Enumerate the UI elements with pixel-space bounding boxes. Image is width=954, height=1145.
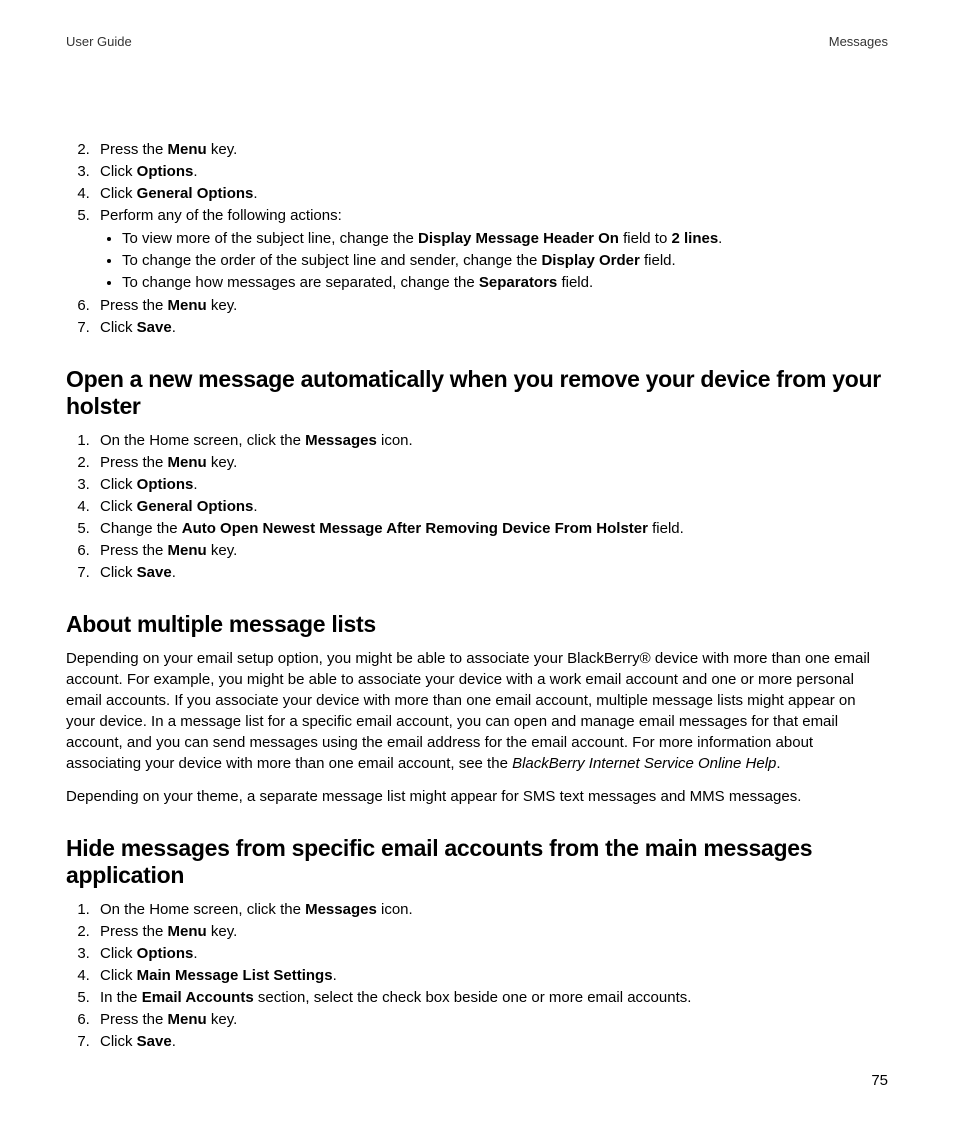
- list-item: Click Options.: [94, 943, 888, 964]
- list-item: On the Home screen, click the Messages i…: [94, 430, 888, 451]
- bold-term: Email Accounts: [142, 989, 254, 1006]
- step-list-continued: Press the Menu key.Click Options.Click G…: [66, 139, 888, 338]
- page-number: 75: [871, 1072, 888, 1089]
- list-item: Click Save.: [94, 1031, 888, 1052]
- list-item: Press the Menu key.: [94, 540, 888, 561]
- header-left: User Guide: [66, 34, 132, 49]
- bold-term: Menu: [168, 141, 207, 158]
- section-heading-about-multiple-lists: About multiple message lists: [66, 611, 888, 638]
- bold-term: Options: [137, 163, 194, 180]
- bold-term: Menu: [168, 923, 207, 940]
- section-heading-open-new-message: Open a new message automatically when yo…: [66, 366, 888, 420]
- list-item: Click Save.: [94, 562, 888, 583]
- step-list-hide-messages: On the Home screen, click the Messages i…: [66, 899, 888, 1052]
- step-list-open-new-message: On the Home screen, click the Messages i…: [66, 430, 888, 583]
- list-item: To change how messages are separated, ch…: [122, 272, 888, 293]
- paragraph-about-1: Depending on your email setup option, yo…: [66, 648, 888, 774]
- bold-term: Display Message Header On: [418, 230, 619, 247]
- bold-term: Auto Open Newest Message After Removing …: [182, 520, 648, 537]
- sub-bullet-list: To view more of the subject line, change…: [100, 228, 888, 293]
- bold-term: Main Message List Settings: [137, 967, 333, 984]
- section-heading-hide-messages: Hide messages from specific email accoun…: [66, 835, 888, 889]
- list-item: Click Main Message List Settings.: [94, 965, 888, 986]
- list-item: Click Options.: [94, 161, 888, 182]
- header-right: Messages: [829, 34, 888, 49]
- list-item: Press the Menu key.: [94, 1009, 888, 1030]
- bold-term: Save: [137, 319, 172, 336]
- bold-term: Separators: [479, 274, 557, 291]
- list-item: To view more of the subject line, change…: [122, 228, 888, 249]
- list-item: Perform any of the following actions:To …: [94, 205, 888, 293]
- bold-term: Display Order: [541, 252, 639, 269]
- list-item: Press the Menu key.: [94, 921, 888, 942]
- bold-term: General Options: [137, 185, 254, 202]
- list-item: Press the Menu key.: [94, 295, 888, 316]
- list-item: Press the Menu key.: [94, 139, 888, 160]
- list-item: To change the order of the subject line …: [122, 250, 888, 271]
- list-item: Change the Auto Open Newest Message Afte…: [94, 518, 888, 539]
- list-item: On the Home screen, click the Messages i…: [94, 899, 888, 920]
- bold-term: Menu: [168, 542, 207, 559]
- bold-term: Menu: [168, 454, 207, 471]
- bold-term: 2 lines: [671, 230, 718, 247]
- bold-term: Save: [137, 564, 172, 581]
- list-item: Press the Menu key.: [94, 452, 888, 473]
- bold-term: Options: [137, 945, 194, 962]
- bold-term: Messages: [305, 901, 377, 918]
- page: User Guide Messages Press the Menu key.C…: [0, 0, 954, 1145]
- list-item: In the Email Accounts section, select th…: [94, 987, 888, 1008]
- bold-term: Menu: [168, 297, 207, 314]
- list-item: Click General Options.: [94, 183, 888, 204]
- bold-term: Options: [137, 476, 194, 493]
- running-header: User Guide Messages: [66, 34, 888, 49]
- list-item: Click Options.: [94, 474, 888, 495]
- paragraph-about-2: Depending on your theme, a separate mess…: [66, 786, 888, 807]
- bold-term: Save: [137, 1033, 172, 1050]
- list-item: Click Save.: [94, 317, 888, 338]
- bold-term: Menu: [168, 1011, 207, 1028]
- bold-term: General Options: [137, 498, 254, 515]
- list-item: Click General Options.: [94, 496, 888, 517]
- bold-term: Messages: [305, 432, 377, 449]
